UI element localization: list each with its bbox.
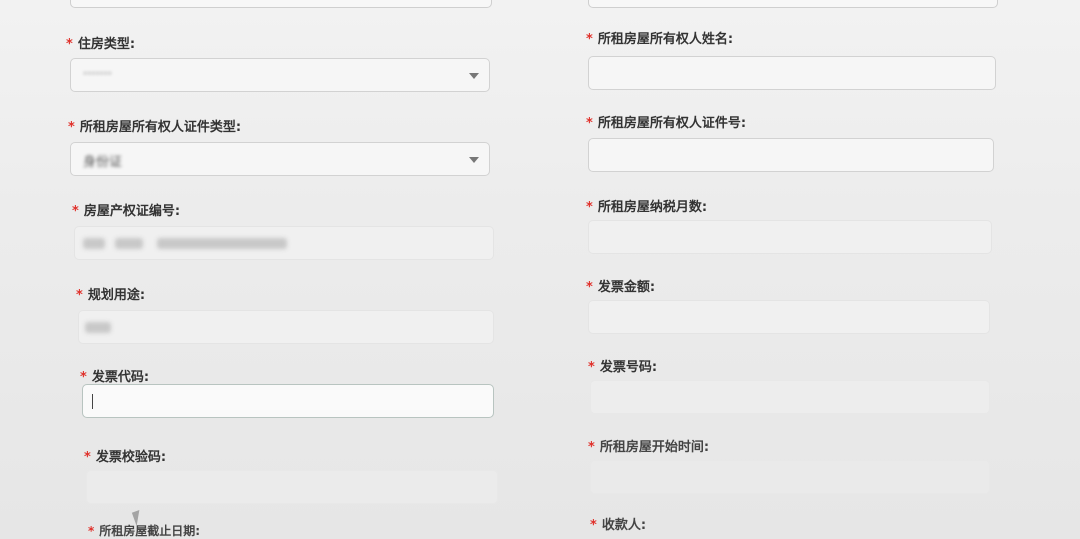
required-star-icon: * — [586, 200, 593, 215]
required-star-icon: * — [588, 440, 595, 455]
planned-use-label: * 规划用途: — [76, 288, 146, 303]
previous-field-box-right[interactable] — [588, 0, 998, 8]
required-star-icon: * — [76, 288, 83, 303]
invoice-check-code-input[interactable] — [86, 470, 498, 504]
required-star-icon: * — [590, 518, 597, 533]
chevron-down-icon — [469, 73, 479, 79]
lease-start-date-input[interactable] — [590, 460, 990, 494]
housing-type-select[interactable]: ······· — [70, 58, 490, 92]
housing-type-label: * 住房类型: — [66, 37, 136, 52]
invoice-amount-label: * 发票金额: — [586, 280, 656, 295]
invoice-number-input[interactable] — [590, 380, 990, 414]
property-cert-number-label: * 房屋产权证编号: — [72, 204, 181, 219]
required-star-icon: * — [84, 450, 91, 465]
housing-type-value: ······· — [83, 67, 112, 82]
owner-id-type-value: 身份证 — [83, 155, 123, 170]
required-star-icon: * — [66, 37, 73, 52]
redacted-value — [157, 238, 287, 249]
redacted-value — [83, 238, 105, 249]
form-page: * 住房类型: ······· * 所租房屋所有权人证件类型: 身份证 * 房屋产权证… — [0, 0, 1080, 539]
owner-id-number-input[interactable] — [588, 138, 994, 172]
property-cert-number-input[interactable] — [74, 226, 494, 260]
required-star-icon: * — [72, 204, 79, 219]
tax-months-label: * 所租房屋纳税月数: — [586, 200, 708, 215]
payee-label: * 收款人: — [590, 518, 647, 533]
owner-id-type-select[interactable]: 身份证 — [70, 142, 490, 176]
required-star-icon: * — [88, 524, 95, 538]
invoice-code-label: * 发票代码: — [80, 370, 150, 385]
redacted-value — [115, 238, 143, 249]
owner-id-number-label: * 所租房屋所有权人证件号: — [586, 116, 747, 131]
invoice-check-code-label: * 发票校验码: — [84, 450, 167, 465]
required-star-icon: * — [68, 120, 75, 135]
lease-start-date-label: * 所租房屋开始时间: — [588, 440, 710, 455]
invoice-amount-input[interactable] — [588, 300, 990, 334]
text-cursor — [92, 394, 93, 409]
owner-name-label: * 所租房屋所有权人姓名: — [586, 32, 734, 47]
required-star-icon: * — [80, 370, 87, 385]
required-star-icon: * — [588, 360, 595, 375]
planned-use-input[interactable] — [78, 310, 494, 344]
required-star-icon: * — [586, 116, 593, 131]
required-star-icon: * — [586, 280, 593, 295]
tax-months-input[interactable] — [588, 220, 992, 254]
owner-name-input[interactable] — [588, 56, 996, 90]
owner-id-type-label: * 所租房屋所有权人证件类型: — [68, 120, 242, 135]
lease-end-date-label: * 所租房屋截止日期: — [88, 524, 201, 538]
redacted-value — [85, 322, 111, 333]
chevron-down-icon — [469, 157, 479, 163]
invoice-code-input[interactable] — [82, 384, 494, 418]
required-star-icon: * — [586, 32, 593, 47]
invoice-number-label: * 发票号码: — [588, 360, 658, 375]
previous-field-box-left[interactable] — [70, 0, 492, 8]
